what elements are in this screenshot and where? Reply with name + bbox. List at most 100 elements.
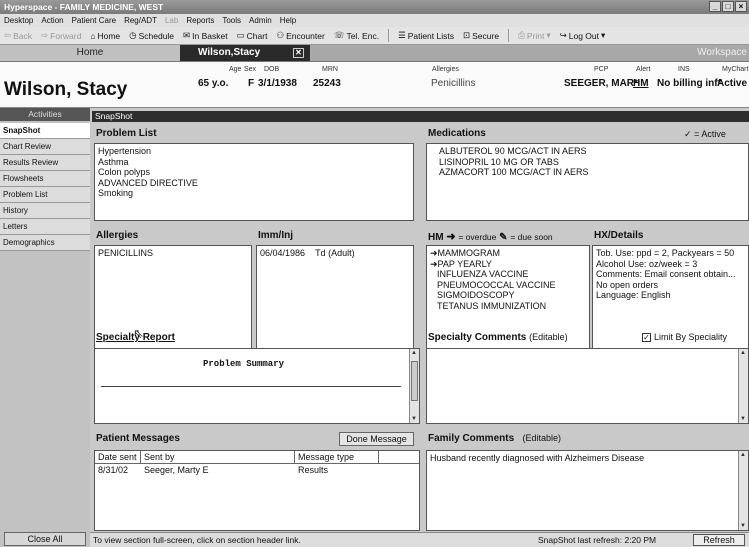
menu-reports[interactable]: Reports	[186, 16, 214, 25]
list-item: Hypertension	[98, 146, 152, 156]
menu-help[interactable]: Help	[280, 16, 296, 25]
report-title: Problem Summary	[203, 359, 285, 369]
sidebar-item-history[interactable]: History	[0, 203, 90, 219]
menu-admin[interactable]: Admin	[249, 16, 272, 25]
allergies-header[interactable]: Allergies	[96, 230, 138, 241]
scrollbar[interactable]: ▲ ▼	[738, 451, 748, 530]
mrn-value: 25243	[313, 78, 341, 89]
forward-button[interactable]: ⇨ Forward	[41, 30, 81, 41]
dob-value: 3/1/1938	[258, 78, 297, 89]
column-header[interactable]: Message type	[295, 451, 379, 463]
alert-value[interactable]: HM	[633, 78, 649, 89]
sidebar-item-problem-list[interactable]: Problem List	[0, 187, 90, 203]
limit-by-speciality-checkbox[interactable]: ✓ Limit By Speciality	[642, 332, 727, 342]
menu-reg-adt[interactable]: Reg/ADT	[124, 16, 157, 25]
minimize-button[interactable]: _	[709, 1, 721, 12]
chart-button[interactable]: ▭ Chart	[237, 30, 268, 41]
maximize-button[interactable]: □	[722, 1, 734, 12]
specialty-comments-box[interactable]: ▲ ▼	[426, 348, 749, 424]
specialty-comments-header[interactable]: Specialty Comments (Editable)	[428, 332, 568, 343]
print-button[interactable]: ⎙ Print ▾	[518, 30, 551, 41]
home-button[interactable]: ⌂ Home	[90, 31, 120, 41]
sex-label: Sex	[244, 66, 257, 73]
refresh-button[interactable]: Refresh	[693, 534, 745, 546]
overdue-arrow-icon: ➜	[430, 258, 438, 269]
list-item: Colon polyps	[98, 167, 151, 177]
age-label: Age	[229, 66, 242, 73]
sidebar-item-demographics[interactable]: Demographics	[0, 235, 90, 251]
medications-box: ALBUTEROL 90 MCG/ACT IN AERS LISINOPRIL …	[426, 143, 749, 221]
inbasket-button[interactable]: ✉ In Basket	[183, 30, 228, 41]
done-message-button[interactable]: Done Message	[339, 432, 414, 446]
envelope-icon: ✉	[183, 30, 191, 40]
checkbox-checked-icon[interactable]: ✓	[642, 332, 651, 342]
medications-header[interactable]: Medications	[428, 128, 486, 139]
menu-patient-care[interactable]: Patient Care	[72, 16, 116, 25]
patient-messages-header[interactable]: Patient Messages	[96, 433, 180, 444]
table-header-row: Date sent Sent by Message type	[95, 451, 419, 464]
hx-details-header[interactable]: HX/Details	[594, 230, 643, 241]
snapshot-panel: SnapShot Problem List Hypertension Asthm…	[90, 108, 749, 547]
scroll-down-icon[interactable]: ▼	[740, 523, 746, 529]
telenc-button[interactable]: ☏ Tel. Enc.	[334, 30, 379, 41]
patient-header: Wilson, Stacy Age 65 y.o. Sex F DOB 3/1/…	[0, 62, 749, 108]
scroll-up-icon[interactable]: ▲	[740, 350, 746, 356]
menu-action[interactable]: Action	[41, 16, 63, 25]
encounter-button[interactable]: ⚇ Encounter	[276, 30, 324, 41]
patient-lists-button[interactable]: ☰ Patient Lists	[398, 30, 454, 41]
imm-header[interactable]: Imm/Inj	[258, 230, 293, 241]
scroll-down-icon[interactable]: ▼	[411, 416, 417, 422]
allergies-value[interactable]: Penicillins	[431, 78, 475, 89]
family-comments-box[interactable]: Husband recently diagnosed with Alzheime…	[426, 450, 749, 531]
schedule-button[interactable]: ◷ Schedule	[129, 30, 174, 41]
menu-desktop[interactable]: Desktop	[4, 16, 33, 25]
logout-button[interactable]: ↪ Log Out ▾	[560, 30, 606, 41]
scroll-up-icon[interactable]: ▲	[740, 452, 746, 458]
specialty-report-header[interactable]: Specialty Report	[96, 332, 175, 343]
list-item: SIGMOIDOSCOPY	[437, 290, 515, 300]
list-item: LISINOPRIL 10 MG OR TABS	[439, 156, 559, 167]
table-row[interactable]: 8/31/02 Seeger, Marty E Results	[95, 464, 419, 476]
close-all-button[interactable]: Close All	[4, 532, 86, 546]
pcp-value[interactable]: SEEGER, MAR*	[564, 78, 638, 89]
menu-tools[interactable]: Tools	[222, 16, 241, 25]
scrollbar[interactable]: ▲ ▼	[738, 349, 748, 423]
tab-home[interactable]: Home	[0, 45, 180, 61]
back-button[interactable]: ⇦ Back	[4, 30, 32, 41]
menu-lab[interactable]: Lab	[165, 16, 178, 25]
cell-sender: Seeger, Marty E	[144, 465, 209, 475]
sidebar-item-letters[interactable]: Letters	[0, 219, 90, 235]
family-comments-header[interactable]: Family Comments (Editable)	[428, 433, 561, 444]
logout-icon: ↪	[559, 30, 567, 40]
problem-list-box: Hypertension Asthma Colon polyps ADVANCE…	[94, 143, 414, 221]
alert-label: Alert	[636, 66, 651, 73]
sidebar-item-chart-review[interactable]: Chart Review	[0, 139, 90, 155]
column-header[interactable]: Sent by	[141, 451, 295, 463]
refresh-time: SnapShot last refresh: 2:20 PM	[538, 535, 657, 545]
menu-bar: Desktop Action Patient Care Reg/ADT Lab …	[0, 14, 749, 27]
hm-header[interactable]: HM ➜ = overdue ✎ = due soon	[428, 230, 553, 243]
list-item: No open orders	[596, 279, 659, 290]
list-item: Asthma	[98, 156, 129, 167]
ins-value[interactable]: No billing inf*	[657, 78, 721, 89]
scroll-thumb[interactable]	[411, 361, 418, 401]
secure-button[interactable]: ⊡ Secure	[463, 30, 499, 41]
column-header[interactable]: Date sent	[95, 451, 141, 463]
scroll-down-icon[interactable]: ▼	[740, 416, 746, 422]
close-window-button[interactable]: ×	[735, 1, 747, 12]
scrollbar[interactable]: ▲ ▼	[409, 349, 419, 423]
dob-label: DOB	[264, 66, 280, 73]
clock-icon: ◷	[129, 30, 137, 40]
sidebar-item-flowsheets[interactable]: Flowsheets	[0, 171, 90, 187]
close-tab-icon[interactable]: ✕	[293, 48, 304, 58]
list-item: 06/04/1986 Td (Adult)	[260, 248, 355, 258]
scroll-up-icon[interactable]: ▲	[411, 350, 417, 356]
list-item: ALBUTEROL 90 MCG/ACT IN AERS	[439, 146, 587, 156]
list-icon: ☰	[398, 30, 406, 40]
sidebar-item-snapshot[interactable]: SnapShot	[0, 123, 90, 139]
mychart-value[interactable]: Active	[717, 78, 747, 89]
tab-patient[interactable]: Wilson,Stacy ✕	[180, 45, 310, 61]
sidebar-item-results-review[interactable]: Results Review	[0, 155, 90, 171]
problem-list-header[interactable]: Problem List	[96, 128, 157, 139]
list-item: ADVANCED DIRECTIVE	[98, 177, 198, 188]
